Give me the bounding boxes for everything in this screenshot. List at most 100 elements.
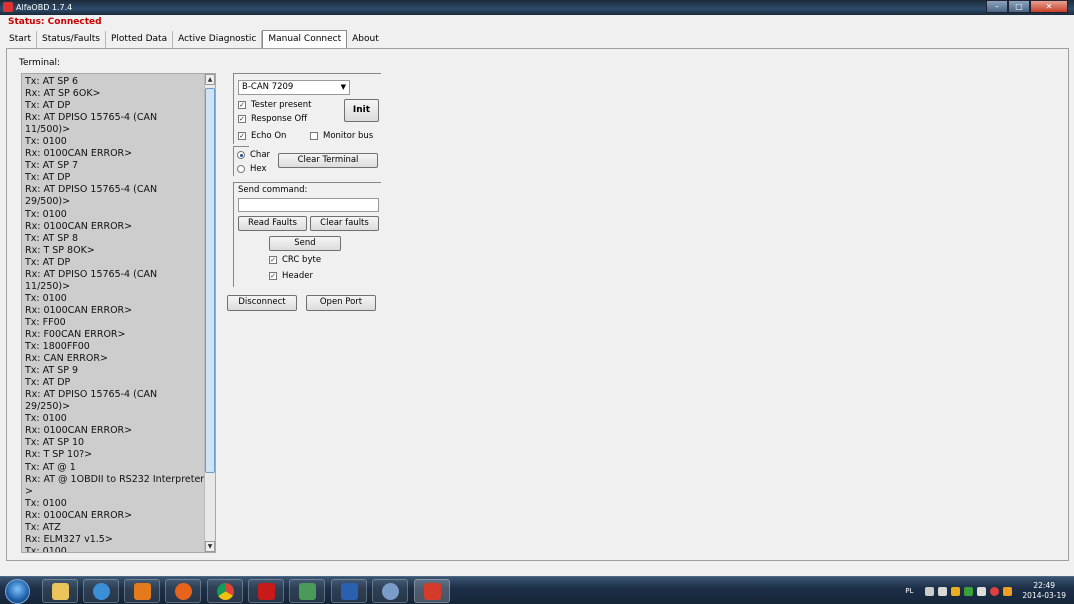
init-button[interactable]: Init — [344, 99, 379, 122]
network-icon[interactable] — [951, 586, 961, 596]
scroll-down-icon[interactable]: ▼ — [205, 541, 215, 552]
response-off-label: Response Off — [251, 114, 308, 124]
clear-faults-button[interactable]: Clear faults — [310, 216, 379, 231]
taskbar-alfaobd[interactable] — [414, 579, 450, 603]
terminal-line: Tx: 0100 — [25, 208, 67, 220]
chevron-down-icon: ▼ — [340, 83, 346, 91]
tab-about[interactable]: About — [347, 31, 384, 48]
taskbar-acrobat[interactable] — [248, 579, 284, 603]
language-indicator[interactable]: PL — [905, 587, 913, 595]
char-radio[interactable]: Char — [237, 150, 270, 160]
tab-plotted-data[interactable]: Plotted Data — [106, 31, 174, 48]
connection-status: Status: Connected — [8, 17, 102, 27]
clock-time: 22:49 — [1033, 581, 1056, 590]
send-command-label: Send command: — [238, 185, 308, 195]
terminal-line: Tx: AT SP 7 — [25, 160, 79, 172]
alfaobd-icon — [424, 583, 441, 600]
maximize-icon[interactable]: □ — [1008, 0, 1030, 13]
terminal-line: Rx: 0100CAN ERROR> — [25, 425, 133, 437]
terminal-output[interactable]: Tx: AT SP 6 Rx: AT SP 6OK> Tx: AT DP Rx: AT… — [21, 73, 216, 553]
terminal-line: Tx: AT DP — [25, 256, 71, 268]
disconnect-button[interactable]: Disconnect — [227, 295, 297, 311]
volume-icon[interactable] — [990, 586, 1000, 596]
terminal-line: Tx: AT SP 8 — [25, 232, 79, 244]
terminal-line: Rx: F00CAN ERROR> — [25, 328, 126, 340]
terminal-lines: Tx: AT SP 6 Rx: AT SP 6OK> Tx: AT DP Rx: AT… — [25, 76, 205, 553]
response-off-checkbox[interactable]: ✓ Response Off — [238, 114, 307, 124]
terminal-line: Tx: AT DP — [25, 377, 71, 389]
monitor-bus-label: Monitor bus — [323, 131, 374, 141]
terminal-scrollbar[interactable]: ▲ ▼ — [204, 74, 215, 552]
terminal-line: Rx: 0100CAN ERROR> — [25, 220, 133, 232]
command-input[interactable] — [238, 198, 379, 212]
battery-icon[interactable] — [977, 586, 987, 596]
protocol-value: B-CAN 7209 — [242, 82, 294, 92]
connection-group: B-CAN 7209 ▼ ✓ Tester present ✓ Response… — [233, 73, 381, 144]
monitor-bus-checkbox[interactable]: Monitor bus — [310, 131, 373, 141]
acrobat-icon — [258, 583, 275, 600]
terminal-line: Tx: AT DP — [25, 172, 71, 184]
word-icon — [341, 583, 358, 600]
taskbar-explorer[interactable] — [42, 579, 78, 603]
terminal-line: Tx: 0100 — [25, 292, 67, 304]
tab-active-diagnostic[interactable]: Active Diagnostic — [173, 31, 263, 48]
tester-present-checkbox[interactable]: ✓ Tester present — [238, 100, 311, 110]
tab-start[interactable]: Start — [4, 31, 37, 48]
terminal-line: Rx: AT DPISO 15765-4 (CAN 29/500)> — [25, 184, 161, 208]
manual-connect-panel: Terminal: Tx: AT SP 6 Rx: AT SP 6OK> Tx: A… — [6, 48, 1069, 561]
clear-terminal-button[interactable]: Clear Terminal — [278, 153, 378, 168]
terminal-line: Tx: AT @ 1 — [25, 461, 76, 473]
scroll-thumb[interactable] — [205, 88, 215, 473]
taskbar-firefox[interactable] — [165, 579, 201, 603]
keyboard-icon[interactable] — [925, 586, 935, 596]
taskbar-ie[interactable] — [83, 579, 119, 603]
update-icon[interactable] — [964, 586, 974, 596]
open-port-button[interactable]: Open Port — [306, 295, 376, 311]
firefox-icon — [175, 583, 192, 600]
check-icon: ✓ — [269, 272, 277, 280]
terminal-line: Rx: AT SP 6OK> — [25, 88, 101, 100]
echo-on-checkbox[interactable]: ✓ Echo On — [238, 131, 286, 141]
terminal-line: Tx: AT DP — [25, 100, 71, 112]
taskbar-word[interactable] — [331, 579, 367, 603]
terminal-line: Rx: 0100CAN ERROR> — [25, 148, 133, 160]
send-button[interactable]: Send — [269, 236, 341, 251]
terminal-line: > — [25, 485, 33, 497]
app-icon — [299, 583, 316, 600]
close-icon[interactable]: ✕ — [1030, 0, 1068, 13]
minimize-icon[interactable]: – — [986, 0, 1008, 13]
start-button[interactable] — [5, 579, 30, 604]
terminal-line: Tx: AT SP 9 — [25, 365, 79, 377]
taskbar-media-player[interactable] — [124, 579, 160, 603]
window-controls: – □ ✕ — [986, 0, 1068, 13]
header-checkbox[interactable]: ✓ Header — [269, 271, 313, 281]
terminal-line: Rx: T SP 10?> — [25, 449, 93, 461]
clock[interactable]: 22:49 2014-03-19 — [1022, 581, 1066, 601]
notification-icon[interactable] — [1003, 586, 1013, 596]
paint-icon — [382, 583, 399, 600]
terminal-line: Tx: 0100 — [25, 136, 67, 148]
taskbar-app[interactable] — [289, 579, 325, 603]
terminal-line: Tx: 0100 — [25, 545, 67, 553]
taskbar-chrome[interactable] — [207, 579, 243, 603]
terminal-line: Rx: CAN ERROR> — [25, 353, 108, 365]
check-icon: ✓ — [238, 132, 246, 140]
flag-icon[interactable] — [938, 586, 948, 596]
window-title: AlfaOBD 1.7.4 — [16, 3, 73, 12]
taskbar-paint[interactable] — [372, 579, 408, 603]
scroll-up-icon[interactable]: ▲ — [205, 74, 215, 85]
terminal-line: Tx: 0100 — [25, 413, 67, 425]
internet-explorer-icon — [93, 583, 110, 600]
terminal-line: Tx: AT SP 10 — [25, 437, 85, 449]
echo-on-label: Echo On — [251, 131, 287, 141]
tab-manual-connect[interactable]: Manual Connect — [262, 30, 348, 48]
tester-present-label: Tester present — [251, 100, 312, 110]
protocol-select[interactable]: B-CAN 7209 ▼ — [238, 80, 350, 95]
hex-radio[interactable]: Hex — [237, 164, 267, 174]
read-faults-button[interactable]: Read Faults — [238, 216, 307, 231]
tab-status-faults[interactable]: Status/Faults — [37, 31, 106, 48]
header-label: Header — [282, 271, 313, 281]
explorer-icon — [52, 583, 69, 600]
crc-byte-checkbox[interactable]: ✓ CRC byte — [269, 255, 321, 265]
terminal-line: Rx: AT @ 1OBDII to RS232 Interpreter — [25, 473, 205, 485]
